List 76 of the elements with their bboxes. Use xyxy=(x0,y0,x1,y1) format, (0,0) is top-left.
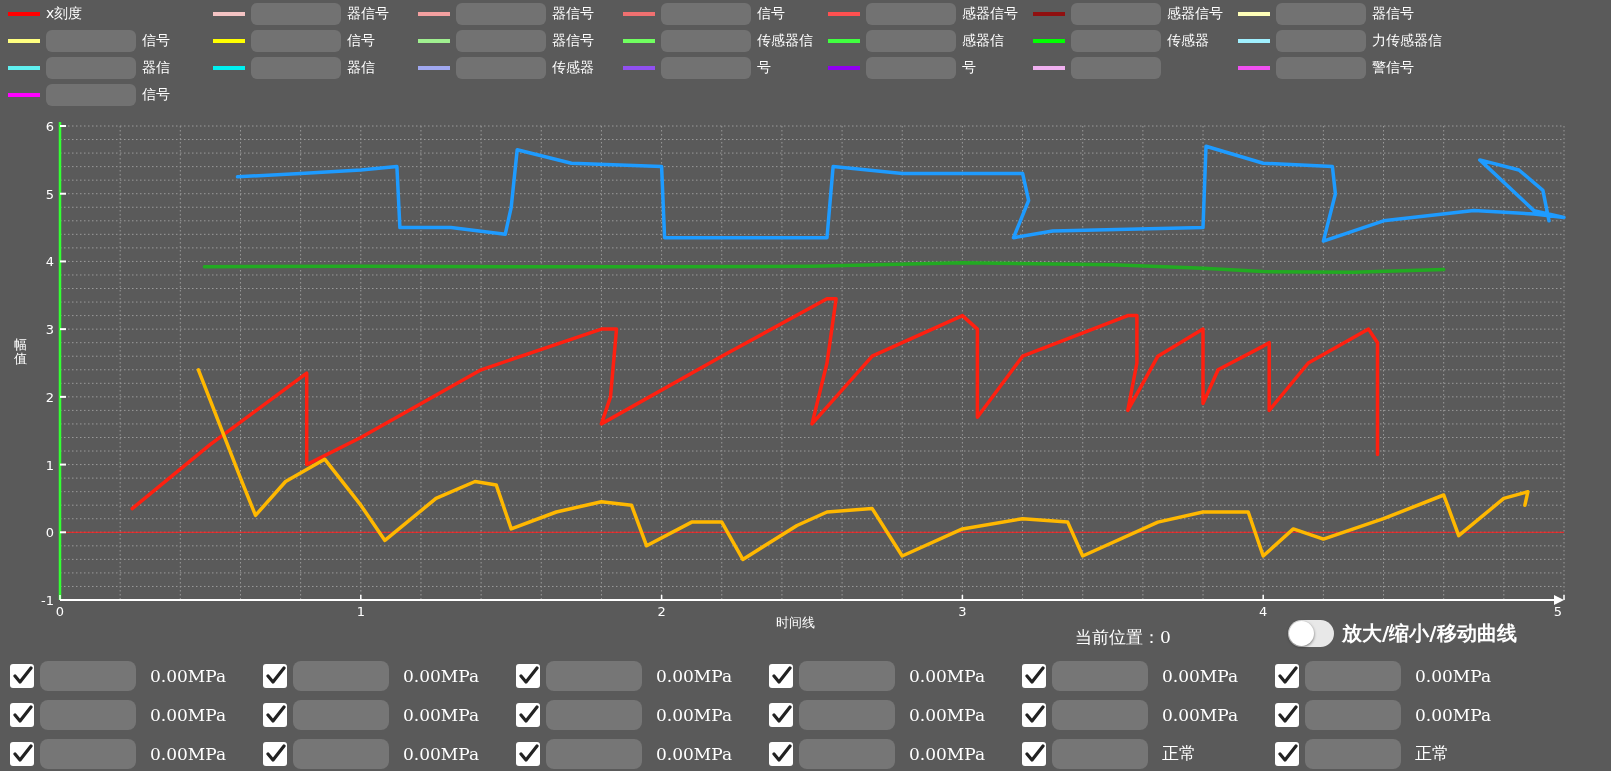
checkbox[interactable] xyxy=(1275,663,1299,688)
x-tick-label: 3 xyxy=(958,604,967,619)
legend-label: 号 xyxy=(757,58,771,77)
checkbox[interactable] xyxy=(1022,663,1046,688)
legend-label: 号 xyxy=(962,58,976,77)
legend-label: 感器信号 xyxy=(1167,4,1223,23)
sensor-value: 0.00MPa xyxy=(403,743,480,764)
x-tick-label: 1 xyxy=(356,604,365,619)
axis-title: 时间线 xyxy=(776,614,815,632)
checkbox[interactable] xyxy=(263,663,287,688)
y-tick-label: 3 xyxy=(45,322,54,338)
legend-label: 感器信号 xyxy=(962,4,1018,23)
sensor-value: 0.00MPa xyxy=(1415,665,1492,686)
sensor-value: 0.00MPa xyxy=(909,743,986,764)
checkbox[interactable] xyxy=(1275,741,1299,766)
checkbox[interactable] xyxy=(263,741,287,766)
sensor-value: 0.00MPa xyxy=(656,704,733,725)
legend-label: 器信 xyxy=(142,58,170,77)
checkbox[interactable] xyxy=(263,702,287,727)
sensor-value: 0.00MPa xyxy=(1415,704,1492,725)
checkbox[interactable] xyxy=(10,741,34,766)
y-tick-label: 5 xyxy=(45,186,54,202)
legend-label: x刻度 xyxy=(46,4,83,23)
legend-label: 力传感器信 xyxy=(1372,31,1442,50)
legend-label: 信号 xyxy=(757,4,785,23)
toggle-label: 放大/缩小/移动曲线 xyxy=(1342,620,1517,647)
legend-label: 器信号 xyxy=(347,4,389,23)
sensor-value: 正常 xyxy=(1415,742,1449,765)
legend-label: 器信号 xyxy=(1372,4,1414,23)
y-tick-label: 1 xyxy=(45,457,54,473)
legend-label: 信号 xyxy=(142,85,170,104)
position-readout: 当前位置：0 xyxy=(1075,626,1171,649)
x-tick-label: 2 xyxy=(657,604,666,619)
y-tick-label: 4 xyxy=(45,254,54,270)
legend-label: 传感器信 xyxy=(757,31,813,50)
sensor-value: 正常 xyxy=(1162,742,1196,765)
sensor-value: 0.00MPa xyxy=(909,665,986,686)
sensor-value: 0.00MPa xyxy=(909,704,986,725)
x-tick-label: 0 xyxy=(55,604,65,619)
sensor-value: 0.00MPa xyxy=(150,743,227,764)
checkbox[interactable] xyxy=(10,663,34,688)
y-tick-label: 2 xyxy=(45,389,54,405)
legend-label: 器信 xyxy=(347,58,375,77)
checkbox[interactable] xyxy=(769,741,793,766)
zoom-toggle[interactable] xyxy=(1288,620,1334,647)
legend-label: 器信号 xyxy=(552,31,594,50)
legend-label: 信号 xyxy=(347,31,375,50)
checkbox[interactable] xyxy=(769,663,793,688)
legend-label: 警信号 xyxy=(1372,58,1414,77)
checkbox[interactable] xyxy=(516,741,540,766)
axis-title: 幅值 xyxy=(14,338,27,367)
sensor-value: 0.00MPa xyxy=(403,665,480,686)
y-tick-label: 0 xyxy=(45,525,54,541)
x-tick-label: 5 xyxy=(1553,604,1563,619)
checkbox[interactable] xyxy=(10,702,34,727)
sensor-value: 0.00MPa xyxy=(150,665,227,686)
legend-label: 感器信 xyxy=(962,31,1004,50)
y-tick-label: -1 xyxy=(41,593,54,608)
sensor-value: 0.00MPa xyxy=(150,704,227,725)
checkbox[interactable] xyxy=(1275,702,1299,727)
sensor-value: 0.00MPa xyxy=(1162,665,1239,686)
checkbox[interactable] xyxy=(1022,702,1046,727)
sensor-value: 0.00MPa xyxy=(403,704,480,725)
sensor-value: 0.00MPa xyxy=(656,743,733,764)
legend-label: 传感器 xyxy=(552,58,594,77)
x-tick-label: 4 xyxy=(1259,604,1268,619)
legend-label: 传感器 xyxy=(1167,31,1209,50)
y-tick-label: 6 xyxy=(45,119,54,134)
checkbox[interactable] xyxy=(1022,741,1046,766)
checkbox[interactable] xyxy=(516,663,540,688)
checkbox[interactable] xyxy=(769,702,793,727)
checkbox[interactable] xyxy=(516,702,540,727)
legend-label: 器信号 xyxy=(552,4,594,23)
sensor-value: 0.00MPa xyxy=(1162,704,1239,725)
legend-label: 信号 xyxy=(142,31,170,50)
sensor-value: 0.00MPa xyxy=(656,665,733,686)
